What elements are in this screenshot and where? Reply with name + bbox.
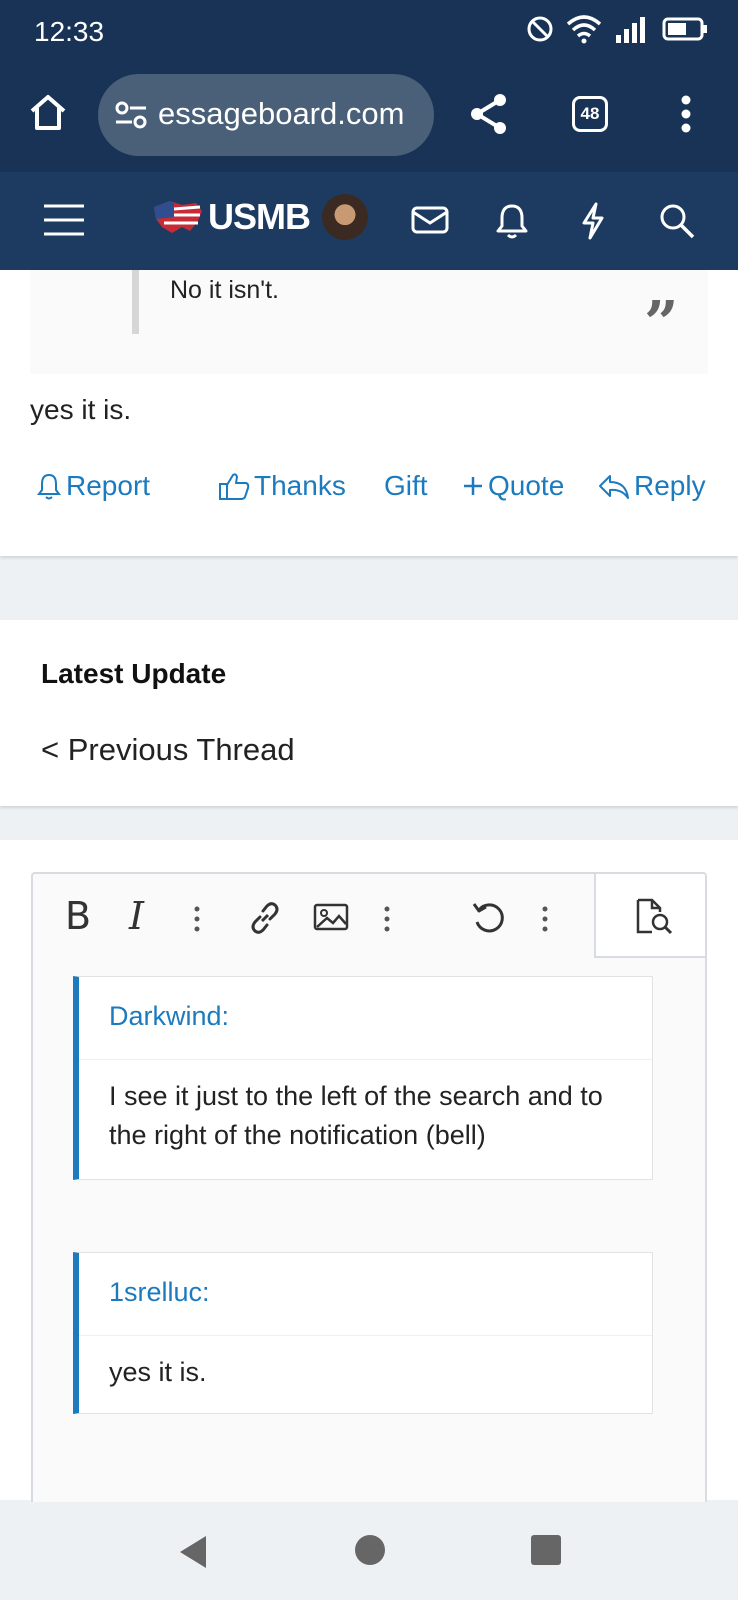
thanks-button[interactable]: Thanks (218, 470, 346, 502)
tabs-icon[interactable]: 48 (572, 96, 608, 132)
quote-bar (132, 270, 139, 334)
gift-button[interactable]: Gift (384, 470, 428, 502)
reply-button[interactable]: Reply (598, 470, 706, 502)
bell-icon[interactable] (494, 202, 530, 245)
post-actions: Report Thanks Gift Quote Reply (0, 470, 738, 510)
battery-icon (662, 17, 707, 41)
url-text[interactable]: essageboard.com (158, 96, 404, 132)
italic-icon[interactable]: I (129, 894, 144, 938)
flag-logo-icon (154, 201, 202, 233)
quote-author[interactable]: 1srelluc: (109, 1277, 210, 1308)
status-time: 12:33 (34, 16, 105, 47)
do-not-disturb-icon (527, 16, 553, 42)
image-icon[interactable] (313, 902, 349, 937)
home-circle-icon[interactable] (354, 1534, 386, 1571)
link-icon[interactable] (247, 900, 283, 941)
quote-divider (79, 1335, 652, 1336)
undo-icon[interactable] (471, 900, 507, 941)
address-bar[interactable]: essageboard.com (98, 74, 434, 156)
bell-icon (37, 473, 61, 500)
more-text-options-icon[interactable] (193, 906, 201, 937)
quote-divider (79, 1059, 652, 1060)
menu-icon[interactable] (42, 200, 86, 245)
reply-editor-card: B I Darkwind: I see it just to the left … (0, 840, 738, 1512)
preview-icon (636, 898, 673, 935)
editor-quote-block[interactable]: 1srelluc: yes it is. (73, 1252, 653, 1414)
preview-button[interactable] (594, 874, 705, 958)
inbox-icon[interactable] (410, 202, 450, 243)
more-insert-options-icon[interactable] (383, 906, 391, 937)
thumbs-up-icon (219, 473, 250, 500)
reply-editor[interactable]: B I Darkwind: I see it just to the left … (31, 872, 707, 1512)
reply-label: Reply (634, 470, 706, 501)
avatar[interactable] (322, 194, 368, 240)
bold-icon[interactable]: B (65, 894, 91, 938)
quote-author[interactable]: Darkwind: (109, 1001, 229, 1032)
signal-icon (616, 17, 645, 43)
latest-update-heading: Latest Update (41, 658, 227, 689)
status-bar: 12:33 (0, 0, 738, 62)
recents-icon[interactable] (530, 1534, 562, 1571)
site-logo[interactable]: USMB (152, 196, 311, 238)
reply-icon (599, 475, 629, 499)
logo-text: USMB (208, 196, 311, 237)
quote-text: No it isn't. (170, 276, 279, 304)
more-vert-icon[interactable] (680, 94, 692, 139)
more-options-icon[interactable] (541, 906, 549, 937)
system-nav-bar (0, 1502, 738, 1600)
quote-label: Quote (488, 470, 565, 501)
tab-count: 48 (580, 104, 600, 123)
status-icons (526, 14, 708, 44)
report-label: Report (66, 470, 151, 501)
editor-toolbar: B I (33, 874, 705, 958)
wifi-icon (566, 15, 602, 44)
home-icon[interactable] (28, 92, 68, 137)
back-icon[interactable] (176, 1534, 210, 1575)
gift-label: Gift (384, 470, 428, 501)
editor-quote-block[interactable]: Darkwind: I see it just to the left of t… (73, 976, 653, 1180)
site-header: USMB (0, 172, 738, 270)
latest-update-section: Latest Update < Previous Thread (0, 620, 738, 806)
plus-icon (464, 477, 482, 495)
quote-button[interactable]: Quote (462, 470, 564, 502)
lightning-icon[interactable] (578, 202, 608, 245)
previous-thread-link[interactable]: < Previous Thread (41, 732, 295, 768)
site-settings-icon[interactable] (114, 100, 148, 135)
quote-body: yes it is. (109, 1357, 207, 1387)
post: No it isn't. ” yes it is. Report Thanks … (0, 270, 738, 556)
quote-body: I see it just to the left of the search … (109, 1081, 603, 1150)
report-button[interactable]: Report (36, 470, 150, 502)
post-body: yes it is. (30, 394, 132, 425)
thanks-label: Thanks (254, 470, 346, 501)
search-icon[interactable] (658, 202, 696, 245)
browser-toolbar: essageboard.com 48 (0, 62, 738, 172)
quote-mark-icon: ” (644, 289, 679, 359)
share-icon[interactable] (468, 92, 510, 141)
post-quote: No it isn't. ” (30, 270, 708, 374)
